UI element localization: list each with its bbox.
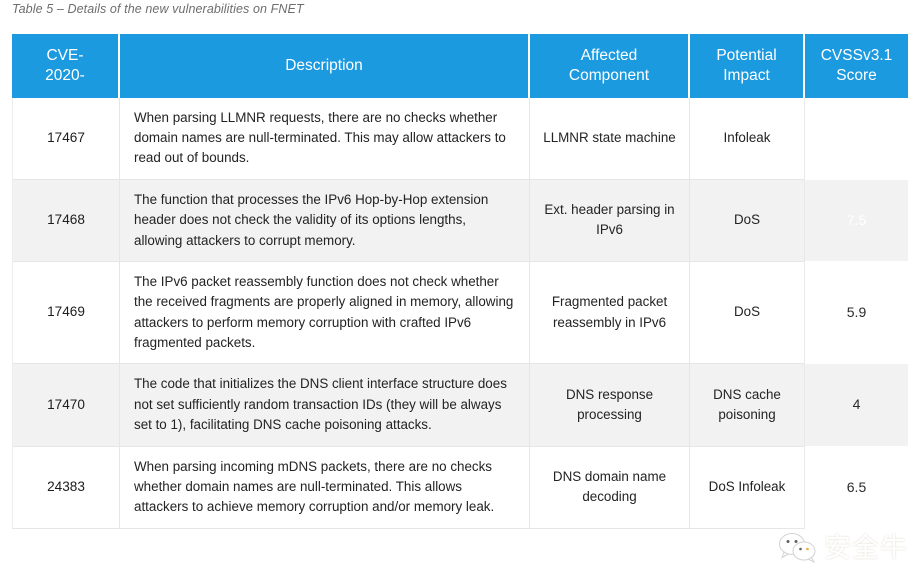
cell-affected-component: Ext. header parsing in IPv6: [530, 179, 690, 262]
cell-cve: 17470: [12, 364, 120, 447]
table-row: 17468 The function that processes the IP…: [12, 179, 908, 262]
column-header-cve-line1: CVE-: [46, 47, 84, 64]
cell-cve: 24383: [12, 446, 120, 529]
table-page: Table 5 – Details of the new vulnerabili…: [0, 0, 914, 571]
column-header-component-line1: Affected: [580, 47, 638, 64]
wechat-icon: [778, 531, 818, 565]
watermark-text: 安全牛: [824, 532, 908, 564]
column-header-description: Description: [120, 34, 530, 98]
column-header-affected-component: Affected Component: [530, 34, 690, 98]
table-header: CVE- 2020- Description Affected Componen…: [12, 34, 908, 98]
cell-potential-impact: DoS: [690, 261, 805, 365]
cell-cvss-score: 4: [805, 364, 908, 447]
watermark: 安全牛: [778, 531, 908, 565]
cell-description: The function that processes the IPv6 Hop…: [120, 179, 530, 262]
cell-affected-component: DNS domain name decoding: [530, 446, 690, 529]
cell-affected-component: DNS response processing: [530, 364, 690, 447]
column-header-cve-line2: 2020-: [45, 66, 85, 84]
table-row: 24383 When parsing incoming mDNS packets…: [12, 446, 908, 529]
table-caption: Table 5 – Details of the new vulnerabili…: [12, 2, 304, 16]
table-header-row: CVE- 2020- Description Affected Componen…: [12, 34, 908, 98]
column-header-cvss-line1: CVSSv3.1: [820, 47, 893, 64]
cell-cvss-score: 8.2: [805, 97, 908, 180]
table-row: 17467 When parsing LLMNR requests, there…: [12, 97, 908, 180]
column-header-component-line2: Component: [568, 66, 650, 84]
column-header-cve: CVE- 2020-: [12, 34, 120, 98]
cell-potential-impact: DoS: [690, 179, 805, 262]
table-body: 17467 When parsing LLMNR requests, there…: [12, 97, 908, 529]
cell-description: When parsing incoming mDNS packets, ther…: [120, 446, 530, 529]
cell-cve: 17469: [12, 261, 120, 365]
table-row: 17469 The IPv6 packet reassembly functio…: [12, 261, 908, 365]
cell-potential-impact: Infoleak: [690, 97, 805, 180]
cell-cve: 17468: [12, 179, 120, 262]
vulnerability-table-container: CVE- 2020- Description Affected Componen…: [12, 34, 908, 529]
vulnerability-table: CVE- 2020- Description Affected Componen…: [12, 34, 908, 529]
column-header-impact-line1: Potential: [716, 47, 777, 64]
table-row: 17470 The code that initializes the DNS …: [12, 364, 908, 447]
cell-description: The code that initializes the DNS client…: [120, 364, 530, 447]
cell-description: The IPv6 packet reassembly function does…: [120, 261, 530, 365]
cell-affected-component: LLMNR state machine: [530, 97, 690, 180]
cell-cvss-score: 6.5: [805, 446, 908, 529]
cell-potential-impact: DoS Infoleak: [690, 446, 805, 529]
column-header-potential-impact: Potential Impact: [690, 34, 805, 98]
cvss-score-value: 6.5: [846, 478, 867, 495]
cell-cvss-score: 7.5: [805, 179, 908, 262]
cell-cve: 17467: [12, 97, 120, 180]
cell-affected-component: Fragmented packet reassembly in IPv6: [530, 261, 690, 365]
column-header-impact-line2: Impact: [723, 66, 770, 84]
cell-cvss-score: 5.9: [805, 261, 908, 365]
column-header-cvss-score: CVSSv3.1 Score: [805, 34, 908, 98]
column-header-cvss-line2: Score: [836, 66, 877, 84]
cell-description: When parsing LLMNR requests, there are n…: [120, 97, 530, 180]
cell-potential-impact: DNS cache poisoning: [690, 364, 805, 447]
